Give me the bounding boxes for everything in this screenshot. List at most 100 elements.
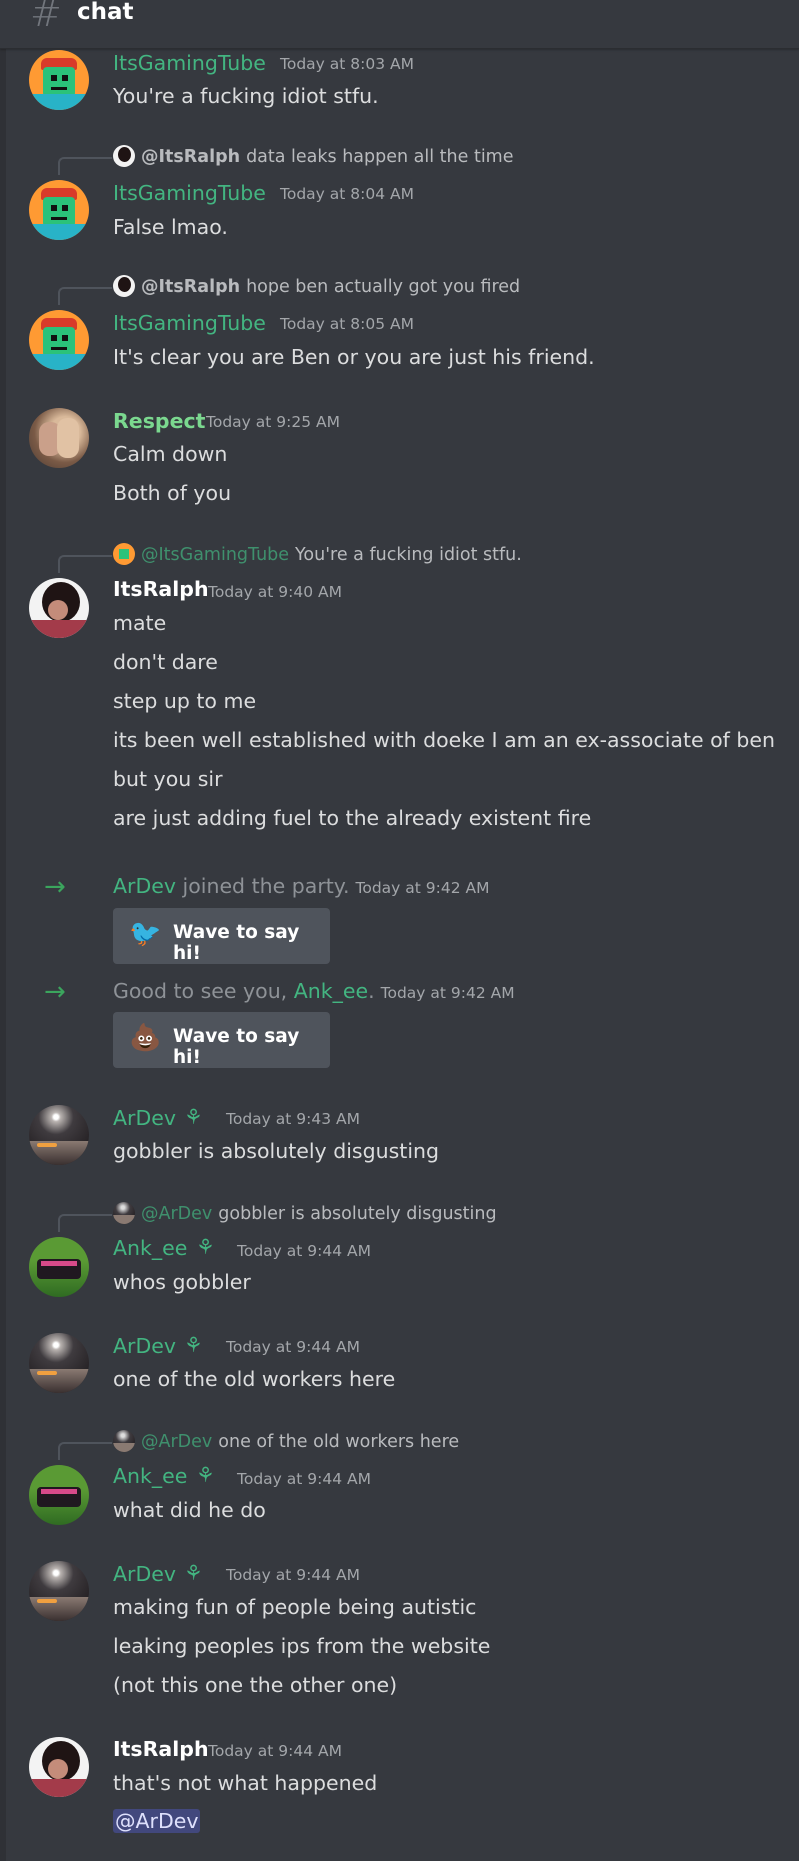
timestamp: Today at 9:43 AM [226, 1110, 360, 1128]
reply-spine [58, 555, 112, 573]
reply-username[interactable]: @ItsRalph [141, 147, 240, 167]
reply-preview[interactable]: @ItsRalph hope ben actually got you fired [113, 275, 520, 297]
system-text: ArDev joined the party. Today at 9:42 AM [113, 874, 489, 898]
avatar[interactable] [29, 1333, 89, 1393]
reply-avatar [113, 1430, 135, 1452]
message-text: one of the old workers here [113, 1367, 396, 1391]
join-suffix: . [368, 979, 375, 1003]
username[interactable]: Ank_ee [294, 979, 368, 1003]
reply-text: hope ben actually got you fired [246, 277, 521, 297]
message-text: but you sir [113, 767, 223, 791]
message-text: leaking peoples ips from the website [113, 1634, 491, 1658]
message-text: step up to me [113, 689, 257, 713]
reply-avatar [113, 543, 135, 565]
username[interactable]: ArDev [113, 1334, 176, 1358]
username[interactable]: ItsGamingTube [113, 51, 266, 75]
username[interactable]: Ank_ee [113, 1236, 187, 1260]
username[interactable]: ItsGamingTube [113, 181, 266, 205]
avatar[interactable] [29, 1465, 89, 1525]
reply-username[interactable]: @ItsRalph [141, 277, 240, 297]
username[interactable]: ItsGamingTube [113, 311, 266, 335]
reply-preview[interactable]: @ArDev gobbler is absolutely disgusting [113, 1202, 497, 1224]
sprout-icon: ⚘ [184, 1561, 203, 1585]
join-text: joined the party. [182, 874, 350, 898]
avatar[interactable] [29, 180, 89, 240]
avatar[interactable] [29, 408, 89, 468]
reply-preview[interactable]: @ArDev one of the old workers here [113, 1430, 459, 1452]
message-text: what did he do [113, 1498, 266, 1522]
reply-username[interactable]: @ArDev [141, 1204, 212, 1224]
message-text: False lmao. [113, 215, 228, 239]
reply-text: gobbler is absolutely disgusting [218, 1204, 497, 1224]
system-text: Good to see you, Ank_ee. Today at 9:42 AM [113, 979, 515, 1003]
message-text: Both of you [113, 481, 232, 505]
avatar[interactable] [29, 1105, 89, 1165]
message-text: its been well established with doeke I a… [113, 728, 776, 752]
left-edge [0, 0, 6, 1861]
username[interactable]: ItsRalph [113, 1737, 209, 1761]
reply-text: one of the old workers here [218, 1432, 460, 1452]
timestamp: Today at 8:04 AM [280, 185, 414, 203]
message-text: You're a fucking idiot stfu. [113, 84, 379, 108]
username[interactable]: Respect [113, 409, 205, 433]
wave-button[interactable]: 🐦 Wave to say hi! [113, 908, 330, 964]
wave-label: Wave to say hi! [173, 922, 300, 964]
wave-label: Wave to say hi! [173, 1026, 300, 1068]
sprout-icon: ⚘ [184, 1333, 203, 1357]
message-text: mate [113, 611, 167, 635]
message-text: don't dare [113, 650, 218, 674]
reply-spine [58, 157, 112, 175]
sprout-icon: ⚘ [196, 1235, 215, 1259]
timestamp: Today at 9:44 AM [226, 1338, 360, 1356]
reply-spine [58, 1442, 112, 1460]
user-mention[interactable]: @ArDev [113, 1809, 201, 1833]
reply-username[interactable]: @ArDev [141, 1432, 212, 1452]
reply-preview[interactable]: @ItsRalph data leaks happen all the time [113, 145, 514, 167]
avatar[interactable] [29, 310, 89, 370]
reply-spine [58, 1214, 112, 1232]
timestamp: Today at 9:42 AM [380, 984, 515, 1002]
avatar[interactable] [29, 1561, 89, 1621]
avatar[interactable] [29, 1237, 89, 1297]
timestamp: Today at 9:44 AM [237, 1242, 371, 1260]
reply-spine [58, 287, 112, 305]
avatar[interactable] [29, 1737, 89, 1797]
reply-avatar [113, 145, 135, 167]
sprout-icon: ⚘ [196, 1463, 215, 1487]
username[interactable]: ItsRalph [113, 577, 209, 601]
reply-text: You're a fucking idiot stfu. [295, 545, 522, 565]
timestamp: Today at 8:03 AM [280, 55, 414, 73]
reply-avatar [113, 275, 135, 297]
timestamp: Today at 9:40 AM [208, 583, 342, 601]
join-prefix: Good to see you, [113, 979, 288, 1003]
timestamp: Today at 9:42 AM [355, 879, 490, 897]
username[interactable]: ArDev [113, 1562, 176, 1586]
message-text: making fun of people being autistic [113, 1595, 477, 1619]
arrow-right-icon: → [44, 872, 66, 902]
username[interactable]: ArDev [113, 1106, 176, 1130]
avatar[interactable] [29, 578, 89, 638]
message-text: (not this one the other one) [113, 1673, 398, 1697]
timestamp: Today at 9:44 AM [226, 1566, 360, 1584]
timestamp: Today at 8:05 AM [280, 315, 414, 333]
sticker-icon: 🐦 [129, 919, 162, 949]
wave-button[interactable]: 💩 Wave to say hi! [113, 1012, 330, 1068]
reply-preview[interactable]: @ItsGamingTube You're a fucking idiot stf… [113, 543, 522, 565]
hash-icon: # [30, 0, 62, 35]
message-text: gobbler is absolutely disgusting [113, 1139, 440, 1163]
username[interactable]: Ank_ee [113, 1464, 187, 1488]
reply-text: data leaks happen all the time [246, 147, 514, 167]
channel-name: chat [77, 0, 134, 25]
timestamp: Today at 9:44 AM [208, 1742, 342, 1760]
reply-avatar [113, 1202, 135, 1224]
username[interactable]: ArDev [113, 874, 176, 898]
sticker-icon: 💩 [129, 1023, 162, 1053]
arrow-right-icon: → [44, 977, 66, 1007]
message-text: It's clear you are Ben or you are just h… [113, 345, 595, 369]
reply-username[interactable]: @ItsGamingTube [141, 545, 289, 565]
message-text: that's not what happened [113, 1771, 378, 1795]
avatar[interactable] [29, 50, 89, 110]
sprout-icon: ⚘ [184, 1105, 203, 1129]
message-text: Calm down [113, 442, 228, 466]
channel-header: # chat [0, 0, 799, 49]
